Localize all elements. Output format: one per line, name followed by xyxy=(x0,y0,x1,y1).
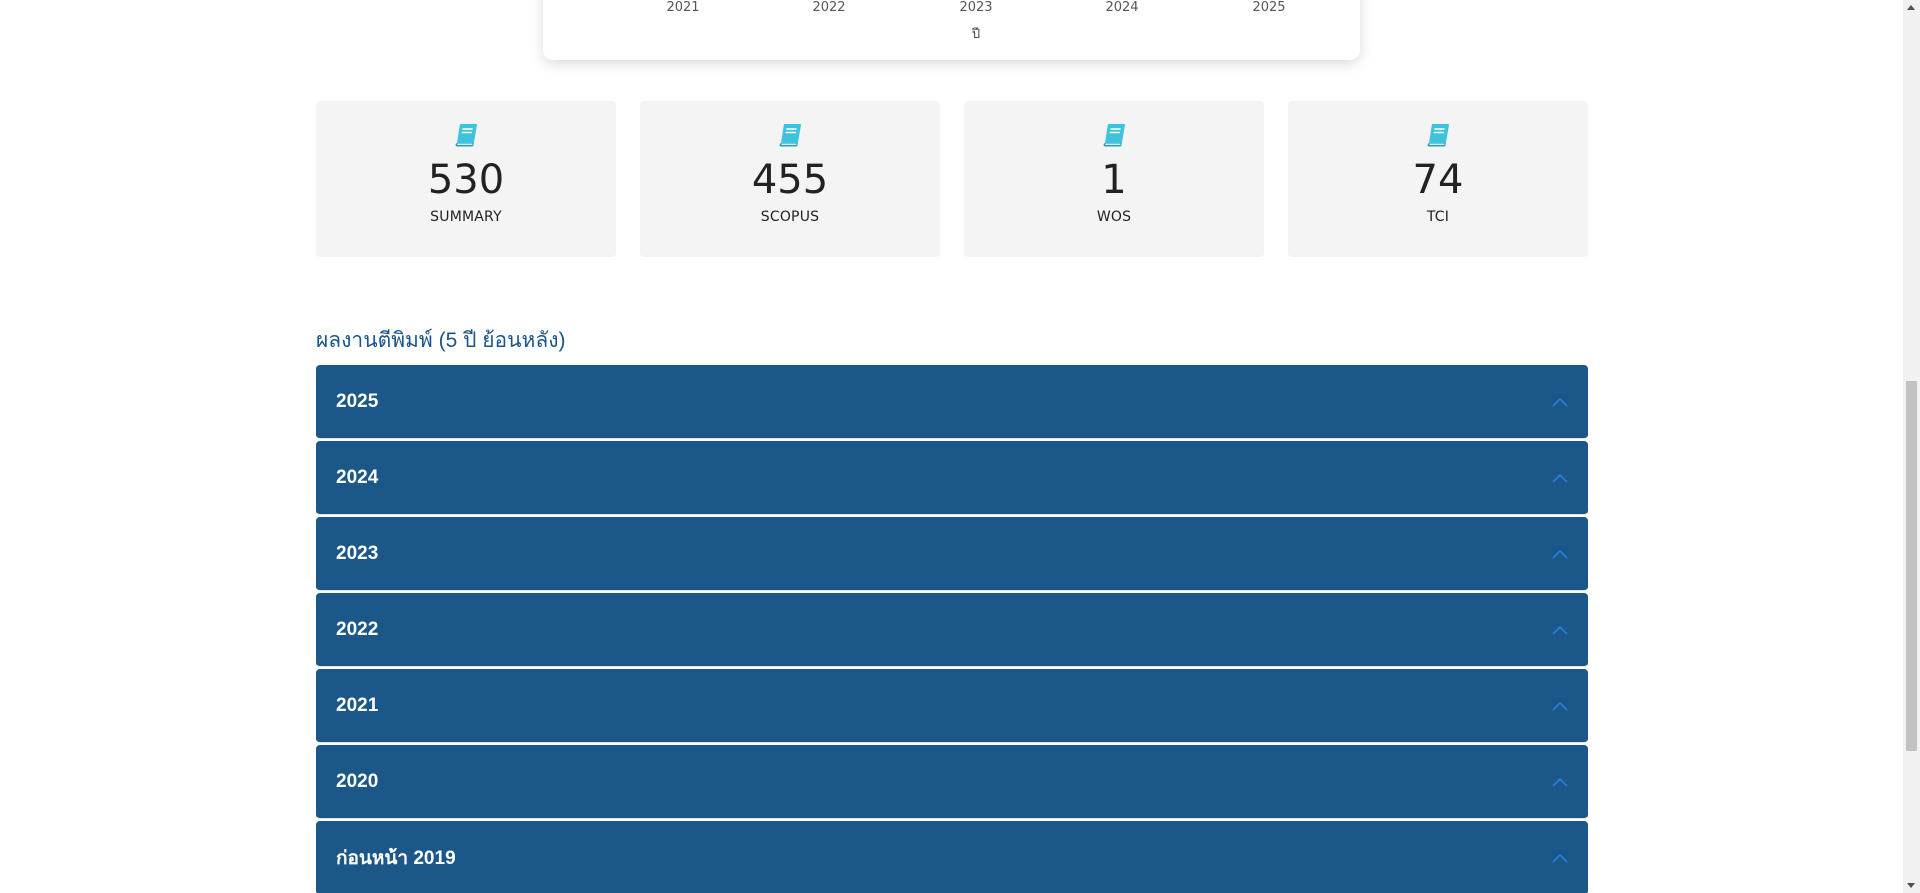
chart-x-axis: 2021 2022 2023 2024 2025 ปี xyxy=(543,0,1360,60)
scroll-down-arrow-icon[interactable] xyxy=(1907,883,1915,888)
chevron-up-icon xyxy=(1552,625,1568,635)
stat-card-tci: 74 TCI xyxy=(1288,101,1588,257)
section-title: ผลงานตีพิมพ์ (5 ปี ย้อนหลัง) xyxy=(316,329,566,352)
accordion-label: 2024 xyxy=(336,466,379,488)
chevron-up-icon xyxy=(1552,473,1568,483)
x-tick-label: 2022 xyxy=(812,0,846,15)
book-icon xyxy=(779,124,801,147)
accordion-label: 2025 xyxy=(336,390,379,412)
book-icon xyxy=(1103,124,1125,147)
page-viewport: 2021 2022 2023 2024 2025 ปี 530 SUMMARY xyxy=(0,0,1920,893)
stat-value: 74 xyxy=(1412,157,1464,203)
accordion-label: 2023 xyxy=(336,542,379,564)
accordion-item-before-2019[interactable]: ก่อนหน้า 2019 xyxy=(316,821,1588,893)
scroll-thumb[interactable] xyxy=(1906,381,1917,751)
accordion-item-2021[interactable]: 2021 xyxy=(316,669,1588,743)
book-icon xyxy=(1427,124,1449,147)
x-tick-label: 2025 xyxy=(1252,0,1286,15)
x-tick-label: 2021 xyxy=(666,0,700,15)
accordion-item-2023[interactable]: 2023 xyxy=(316,517,1588,591)
stat-value: 455 xyxy=(751,157,829,203)
accordion-item-2020[interactable]: 2020 xyxy=(316,745,1588,819)
accordion-item-2022[interactable]: 2022 xyxy=(316,593,1588,667)
stat-card-scopus: 455 SCOPUS xyxy=(640,101,940,257)
stat-card-wos: 1 WOS xyxy=(964,101,1264,257)
stat-label: SCOPUS xyxy=(760,209,820,225)
stat-label: SUMMARY xyxy=(430,209,502,225)
x-axis-title: ปี xyxy=(971,27,981,42)
stat-card-summary: 530 SUMMARY xyxy=(316,101,616,257)
accordion-label: 2022 xyxy=(336,618,379,640)
accordion-label: ก่อนหน้า 2019 xyxy=(336,847,456,869)
chart-card: 2021 2022 2023 2024 2025 ปี xyxy=(543,0,1360,60)
accordion-item-2024[interactable]: 2024 xyxy=(316,441,1588,515)
accordion-label: 2020 xyxy=(336,770,379,792)
stat-value: 1 xyxy=(1101,157,1127,203)
scroll-up-arrow-icon[interactable] xyxy=(1907,5,1915,10)
chevron-up-icon xyxy=(1552,701,1568,711)
stat-label: TCI xyxy=(1426,209,1450,225)
chevron-up-icon xyxy=(1552,549,1568,559)
x-tick-label: 2023 xyxy=(959,0,993,15)
chevron-up-icon xyxy=(1552,853,1568,863)
x-tick-label: 2024 xyxy=(1105,0,1139,15)
stat-label: WOS xyxy=(1096,209,1132,225)
chevron-up-icon xyxy=(1552,777,1568,787)
vertical-scrollbar[interactable] xyxy=(1903,0,1920,893)
publication-accordion: 2025 2024 2023 2022 2021 2020 ก่อนหน้า 2… xyxy=(316,365,1588,893)
accordion-item-2025[interactable]: 2025 xyxy=(316,365,1588,439)
stat-value: 530 xyxy=(427,157,505,203)
chevron-up-icon xyxy=(1552,397,1568,407)
book-icon xyxy=(455,124,477,147)
accordion-label: 2021 xyxy=(336,694,379,716)
stats-row: 530 SUMMARY 455 SCOPUS 1 WOS 74 TCI xyxy=(316,101,1588,257)
